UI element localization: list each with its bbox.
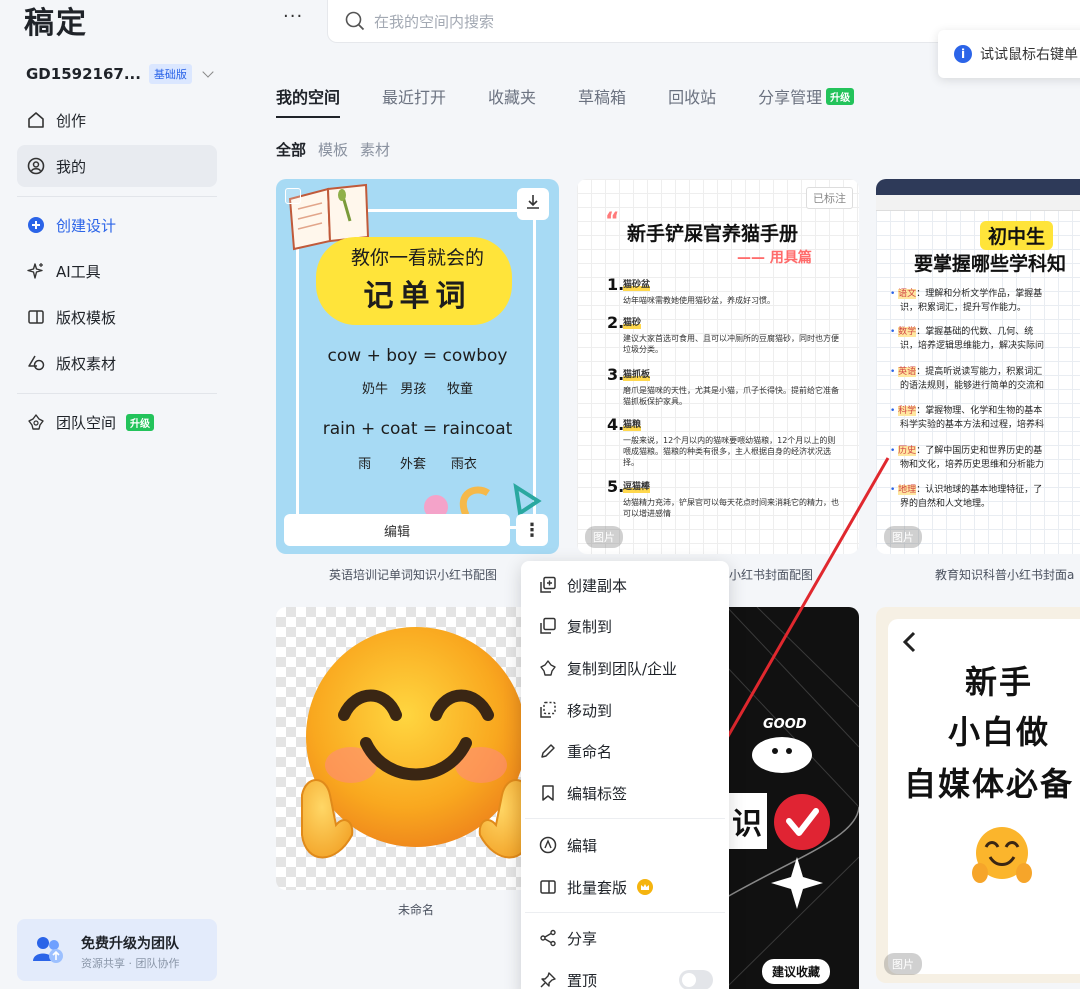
menu-item-rename[interactable]: 重命名 xyxy=(521,732,729,770)
pencil-icon xyxy=(539,742,557,760)
menu-item-move-to[interactable]: 移动到 xyxy=(521,691,729,729)
menu-item-label: 复制到团队/企业 xyxy=(567,659,678,678)
move-icon xyxy=(539,701,557,719)
team-icon xyxy=(539,659,557,677)
menu-divider xyxy=(525,912,725,913)
menu-divider xyxy=(525,818,725,819)
menu-item-share[interactable]: 分享 xyxy=(521,919,729,957)
menu-item-edit[interactable]: 编辑 xyxy=(521,826,729,864)
copy-icon xyxy=(539,617,557,635)
pin-toggle[interactable] xyxy=(679,970,713,989)
context-menu: 创建副本 复制到 复制到团队/企业 移动到 重命名 编辑标签 编辑 批量套版 分… xyxy=(521,561,729,989)
menu-item-label: 编辑 xyxy=(567,836,598,855)
menu-item-create-copy[interactable]: 创建副本 xyxy=(521,566,729,604)
pin-icon xyxy=(539,971,557,989)
menu-item-copy-to-team[interactable]: 复制到团队/企业 xyxy=(521,649,729,687)
menu-item-batch-template[interactable]: 批量套版 xyxy=(521,868,729,906)
menu-item-label: 分享 xyxy=(567,929,598,948)
edit-circle-icon xyxy=(539,836,557,854)
crown-icon xyxy=(637,879,654,895)
copy-plus-icon xyxy=(539,576,557,594)
menu-item-label: 重命名 xyxy=(567,742,613,761)
menu-item-label: 移动到 xyxy=(567,701,613,720)
menu-item-label: 编辑标签 xyxy=(567,784,628,803)
menu-item-label: 置顶 xyxy=(567,971,598,989)
menu-item-label: 批量套版 xyxy=(567,878,628,897)
share-icon xyxy=(539,929,557,947)
batch-icon xyxy=(539,878,557,896)
menu-item-label: 创建副本 xyxy=(567,576,628,595)
menu-item-edit-tags[interactable]: 编辑标签 xyxy=(521,774,729,812)
menu-item-copy-to[interactable]: 复制到 xyxy=(521,607,729,645)
menu-item-label: 复制到 xyxy=(567,617,613,636)
bookmark-icon xyxy=(539,784,557,802)
menu-item-pin[interactable]: 置顶 xyxy=(521,961,729,989)
